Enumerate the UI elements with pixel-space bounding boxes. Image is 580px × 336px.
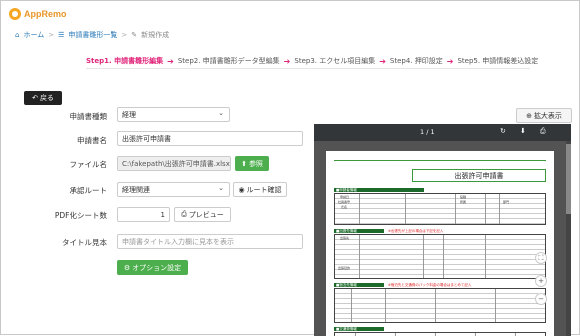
list-icon: ☰ xyxy=(58,31,65,39)
file-value: C:\fakepath\出張許可申請書.xlsx xyxy=(122,159,230,168)
pdf-scrollbar-thumb[interactable] xyxy=(566,144,571,214)
file-input[interactable]: C:\fakepath\出張許可申請書.xlsx xyxy=(117,156,231,171)
zoom-out-icon[interactable]: − xyxy=(535,293,547,305)
fit-page-icon[interactable]: ⛶ xyxy=(535,252,547,264)
back-button-label: 戻る xyxy=(39,94,54,102)
home-icon: ⌂ xyxy=(15,31,20,39)
title-sample-input[interactable]: 申請書タイトル入力欄に見本を表示 xyxy=(117,234,303,249)
step-2: Step2. 申請書雛形データ型編集 xyxy=(177,57,280,65)
name-value: 出張許可申請書 xyxy=(122,134,171,143)
pdf-toolbar: 1 / 1 ↻ ⬇ ⎙ xyxy=(314,124,571,141)
name-input[interactable]: 出張許可申請書 xyxy=(117,131,303,146)
download-icon[interactable]: ⬇ xyxy=(520,127,526,135)
breadcrumb-separator: > xyxy=(48,31,55,39)
title-sample-label: タイトル見本 xyxy=(62,238,107,247)
pdf-page: 出張許可申請書 ■申請者情報 申請日 社員番号 氏名 役職 所属 部門 ■出張先… xyxy=(326,151,554,336)
cell-label: 申請日 xyxy=(340,195,350,199)
pdf-sheets-input[interactable]: 1 xyxy=(117,207,170,222)
type-label: 申請書種類 xyxy=(69,112,108,121)
section-destination: ■出張先情報 xyxy=(334,229,384,233)
section-applicant: ■申請者情報 xyxy=(334,188,424,192)
preview-button-label: プレビュー xyxy=(188,210,224,219)
cell-label: 部門 xyxy=(503,200,510,204)
page-indicator: 1 / 1 xyxy=(420,128,435,136)
option-settings-button[interactable]: ⚙ オプション設定 xyxy=(117,260,188,275)
transport-table xyxy=(334,332,546,336)
arrow-right-icon: ➔ xyxy=(167,56,174,66)
undo-icon: ↶ xyxy=(32,94,38,102)
document-title: 出張許可申請書 xyxy=(412,169,546,182)
arrow-right-icon: ➔ xyxy=(379,56,386,66)
breadcrumb-list[interactable]: 申請書雛形一覧 xyxy=(68,30,117,40)
pencil-icon: ✎ xyxy=(131,31,138,39)
print-icon[interactable]: ⎙ xyxy=(540,127,546,136)
expand-button[interactable]: ⊕ 拡大表示 xyxy=(516,108,572,123)
route-check-label: ルート確認 xyxy=(246,185,282,194)
option-settings-label: オプション設定 xyxy=(132,263,182,272)
browse-button[interactable]: ⬆ 参照 xyxy=(235,156,269,171)
section-lodging: ■宿泊先情報 xyxy=(334,283,384,287)
arrow-right-icon: ➔ xyxy=(446,56,454,66)
breadcrumb-current: 新規作成 xyxy=(141,31,170,39)
gear-icon: ⚙ xyxy=(123,263,131,272)
applicant-table: 申請日 社員番号 氏名 役職 所属 部門 xyxy=(334,193,546,225)
route-label: 承認ルート xyxy=(69,186,108,195)
back-button[interactable]: ↶ 戻る xyxy=(24,91,62,105)
route-check-button[interactable]: ◉ ルート確認 xyxy=(233,182,287,197)
step-5: Step5. 申請情報差込設定 xyxy=(457,57,539,65)
pdf-viewer[interactable]: 1 / 1 ↻ ⬇ ⎙ 出張許可申請書 ■申請者情報 申請日 社員番号 氏名 役… xyxy=(314,124,571,336)
expand-button-label: 拡大表示 xyxy=(533,111,562,120)
app-logo[interactable]: AppRemo xyxy=(9,8,67,20)
name-label: 申請書名 xyxy=(77,136,107,145)
app-window: AppRemo ⌂ ホーム > ☰ 申請書雛形一覧 > ✎ 新規作成 Step1… xyxy=(0,0,580,336)
step-1: Step1. 申請書雛形編集 xyxy=(86,57,164,65)
rotate-icon[interactable]: ↻ xyxy=(500,127,506,135)
breadcrumb: ⌂ ホーム > ☰ 申請書雛形一覧 > ✎ 新規作成 xyxy=(15,30,169,40)
eye-icon: ◉ xyxy=(238,185,245,194)
arrow-right-icon: ➔ xyxy=(283,56,291,66)
step-indicator: Step1. 申請書雛形編集 ➔ Step2. 申請書雛形データ型編集 ➔ St… xyxy=(86,56,538,66)
route-value: 経理関連 xyxy=(122,185,150,194)
cell-label: 社員番号 xyxy=(338,200,351,204)
preview-button[interactable]: ⎙ プレビュー xyxy=(174,207,231,222)
upload-icon: ⬆ xyxy=(241,159,247,168)
destination-table: 出張先 出張目的 xyxy=(334,234,546,279)
type-select[interactable]: 経理 xyxy=(117,107,230,122)
cell-label: 氏名 xyxy=(341,205,348,209)
cell-label: 所属 xyxy=(460,200,467,204)
breadcrumb-separator: > xyxy=(121,31,128,39)
lodging-table xyxy=(334,288,546,323)
zoom-in-icon: ⊕ xyxy=(526,111,532,120)
zoom-in-icon[interactable]: + xyxy=(535,275,547,287)
route-select[interactable]: 経理関連 xyxy=(117,182,230,197)
page-border xyxy=(334,160,546,161)
print-icon: ⎙ xyxy=(181,210,187,218)
title-sample-placeholder: 申請書タイトル入力欄に見本を表示 xyxy=(122,237,234,246)
step-4: Step4. 押印設定 xyxy=(389,57,443,65)
app-name: AppRemo xyxy=(24,9,67,19)
type-value: 経理 xyxy=(122,110,136,119)
browse-button-label: 参照 xyxy=(248,159,263,168)
file-label: ファイル名 xyxy=(69,160,108,169)
pdf-sheets-value: 1 xyxy=(160,210,165,219)
section-transport: ■交通費情報 xyxy=(334,327,384,331)
cell-label: 出張先 xyxy=(340,236,350,240)
pdf-sheets-label: PDF化シート数 xyxy=(54,211,107,220)
cell-label: 出張目的 xyxy=(338,266,351,270)
logo-icon xyxy=(9,8,21,20)
step-divider xyxy=(86,68,530,69)
cell-label: 役職 xyxy=(460,195,467,199)
step-3: Step3. エクセル項目編集 xyxy=(294,57,376,65)
breadcrumb-home[interactable]: ホーム xyxy=(23,30,44,40)
